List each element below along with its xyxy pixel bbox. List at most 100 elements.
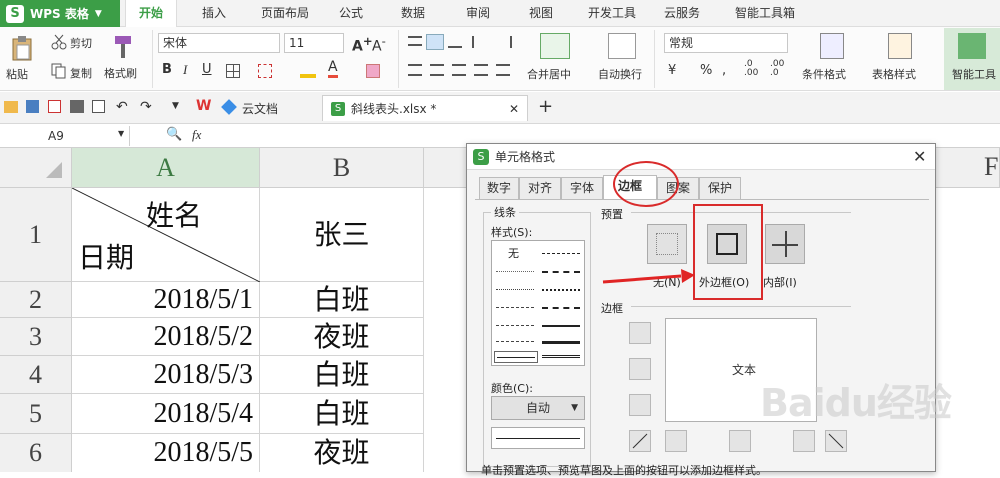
cell-date[interactable]: 2018/5/1 bbox=[72, 282, 260, 318]
increase-font-icon[interactable]: A+ bbox=[352, 34, 373, 55]
align-bottom-icon[interactable] bbox=[448, 38, 462, 48]
column-header-f[interactable]: F bbox=[984, 152, 998, 182]
print-preview-icon[interactable] bbox=[92, 100, 105, 113]
cell-date[interactable]: 2018/5/5 bbox=[72, 434, 260, 472]
line-style-option[interactable] bbox=[542, 289, 580, 291]
redo-icon[interactable]: ↷ bbox=[140, 99, 152, 115]
line-style-option[interactable] bbox=[542, 325, 580, 327]
tab-font[interactable]: 字体 bbox=[561, 177, 603, 199]
tab-number[interactable]: 数字 bbox=[479, 177, 519, 199]
border-diagonal-up-button[interactable] bbox=[629, 430, 651, 452]
line-style-option[interactable] bbox=[542, 341, 580, 344]
menu-insert[interactable]: 插入 bbox=[190, 0, 238, 27]
customize-chevron-icon[interactable]: ▼ bbox=[172, 101, 179, 111]
border-diagonal-down-button[interactable] bbox=[825, 430, 847, 452]
cell-shift[interactable]: 夜班 bbox=[260, 434, 424, 472]
line-style-list[interactable]: 无 bbox=[491, 240, 585, 366]
border-middle-v-button[interactable] bbox=[729, 430, 751, 452]
column-header-b[interactable]: B bbox=[260, 148, 424, 188]
cell-shift[interactable]: 白班 bbox=[260, 282, 424, 318]
merge-center-button[interactable]: 合并居中 bbox=[527, 66, 571, 82]
zoom-icon[interactable]: 🔍 bbox=[166, 127, 182, 142]
line-style-option[interactable] bbox=[496, 307, 534, 308]
tab-protection[interactable]: 保护 bbox=[699, 177, 741, 199]
line-style-selected[interactable] bbox=[494, 351, 538, 363]
distributed-icon[interactable] bbox=[496, 64, 510, 76]
align-center-icon[interactable] bbox=[430, 64, 444, 76]
undo-icon[interactable]: ↶ bbox=[116, 99, 128, 115]
cell-shift[interactable]: 白班 bbox=[260, 356, 424, 394]
justify-icon[interactable] bbox=[474, 64, 488, 76]
fill-color-icon[interactable] bbox=[300, 64, 316, 78]
preset-none-button[interactable] bbox=[647, 224, 687, 264]
number-format-select[interactable]: 常规 bbox=[664, 33, 788, 53]
file-tab[interactable]: S 斜线表头.xlsx * ✕ bbox=[322, 95, 528, 121]
paste-button[interactable]: 粘贴 bbox=[6, 66, 28, 82]
line-style-option[interactable] bbox=[542, 355, 580, 358]
bold-icon[interactable]: B bbox=[162, 62, 172, 77]
new-tab-icon[interactable]: + bbox=[538, 96, 553, 117]
menu-page-layout[interactable]: 页面布局 bbox=[250, 0, 320, 27]
select-all-corner[interactable] bbox=[0, 148, 72, 188]
align-middle-icon[interactable] bbox=[426, 34, 444, 50]
border-bottom-button[interactable] bbox=[629, 394, 651, 416]
scissors-icon[interactable] bbox=[50, 33, 68, 51]
increase-decimal-icon[interactable]: .0.00 bbox=[744, 60, 758, 78]
row-header[interactable]: 4 bbox=[0, 356, 72, 394]
table-style-button[interactable]: 表格样式 bbox=[872, 66, 916, 82]
preset-inside-button[interactable] bbox=[765, 224, 805, 264]
save-icon[interactable] bbox=[26, 100, 39, 113]
cell-date[interactable]: 2018/5/3 bbox=[72, 356, 260, 394]
border-middle-h-button[interactable] bbox=[629, 358, 651, 380]
border-icon[interactable] bbox=[226, 64, 240, 78]
menu-review[interactable]: 审阅 bbox=[457, 0, 499, 27]
line-style-option[interactable] bbox=[496, 289, 534, 290]
menu-smart-toolbox[interactable]: 智能工具箱 bbox=[718, 0, 812, 27]
row-header[interactable]: 3 bbox=[0, 318, 72, 356]
conditional-format-button[interactable]: 条件格式 bbox=[802, 66, 846, 82]
wrap-text-icon[interactable] bbox=[608, 33, 636, 59]
clear-format-icon[interactable] bbox=[366, 64, 380, 78]
line-style-option[interactable] bbox=[542, 271, 580, 273]
fill-border-icon[interactable] bbox=[258, 64, 272, 78]
cell-date[interactable]: 2018/5/4 bbox=[72, 394, 260, 434]
currency-icon[interactable]: ¥ bbox=[668, 63, 676, 78]
menu-home[interactable]: 开始 bbox=[125, 0, 177, 28]
wrap-text-button[interactable]: 自动换行 bbox=[598, 66, 642, 82]
copy-button[interactable]: 复制 bbox=[70, 65, 92, 81]
decrease-font-icon[interactable]: A- bbox=[372, 34, 386, 55]
orientation-icon[interactable] bbox=[472, 36, 486, 48]
indent-icon[interactable] bbox=[498, 36, 512, 48]
fx-button[interactable]: fx bbox=[192, 127, 201, 143]
align-left-icon[interactable] bbox=[408, 64, 422, 76]
paste-icon[interactable] bbox=[8, 34, 36, 62]
font-name-select[interactable]: 宋体 bbox=[158, 33, 280, 53]
italic-icon[interactable]: I bbox=[183, 62, 187, 78]
menu-formulas[interactable]: 公式 bbox=[330, 0, 372, 27]
font-size-select[interactable]: 11 bbox=[284, 33, 344, 53]
line-style-option[interactable] bbox=[496, 271, 534, 272]
menu-developer[interactable]: 开发工具 bbox=[580, 0, 644, 27]
cut-button[interactable]: 剪切 bbox=[70, 35, 92, 51]
percent-icon[interactable]: % bbox=[700, 63, 712, 78]
line-style-option[interactable] bbox=[542, 307, 580, 309]
cell-date[interactable]: 2018/5/2 bbox=[72, 318, 260, 356]
border-left-button[interactable] bbox=[665, 430, 687, 452]
close-icon[interactable]: ✕ bbox=[913, 147, 926, 166]
border-right-button[interactable] bbox=[793, 430, 815, 452]
font-color-icon[interactable]: A bbox=[328, 60, 338, 78]
name-box-chevron-icon[interactable]: ▼ bbox=[118, 129, 124, 138]
open-folder-icon[interactable] bbox=[4, 101, 18, 113]
table-style-icon[interactable] bbox=[888, 33, 912, 59]
line-style-option[interactable] bbox=[542, 253, 580, 254]
format-painter-icon[interactable] bbox=[110, 33, 136, 61]
wps-w-icon[interactable]: W bbox=[196, 98, 211, 114]
menu-view[interactable]: 视图 bbox=[520, 0, 562, 27]
row-header[interactable]: 2 bbox=[0, 282, 72, 318]
cell-b1[interactable]: 张三 bbox=[260, 188, 424, 282]
copy-icon[interactable] bbox=[50, 62, 68, 80]
pdf-icon[interactable] bbox=[48, 100, 61, 113]
smart-tools-icon[interactable] bbox=[958, 33, 986, 59]
tab-alignment[interactable]: 对齐 bbox=[519, 177, 561, 199]
line-style-option[interactable] bbox=[496, 325, 534, 326]
